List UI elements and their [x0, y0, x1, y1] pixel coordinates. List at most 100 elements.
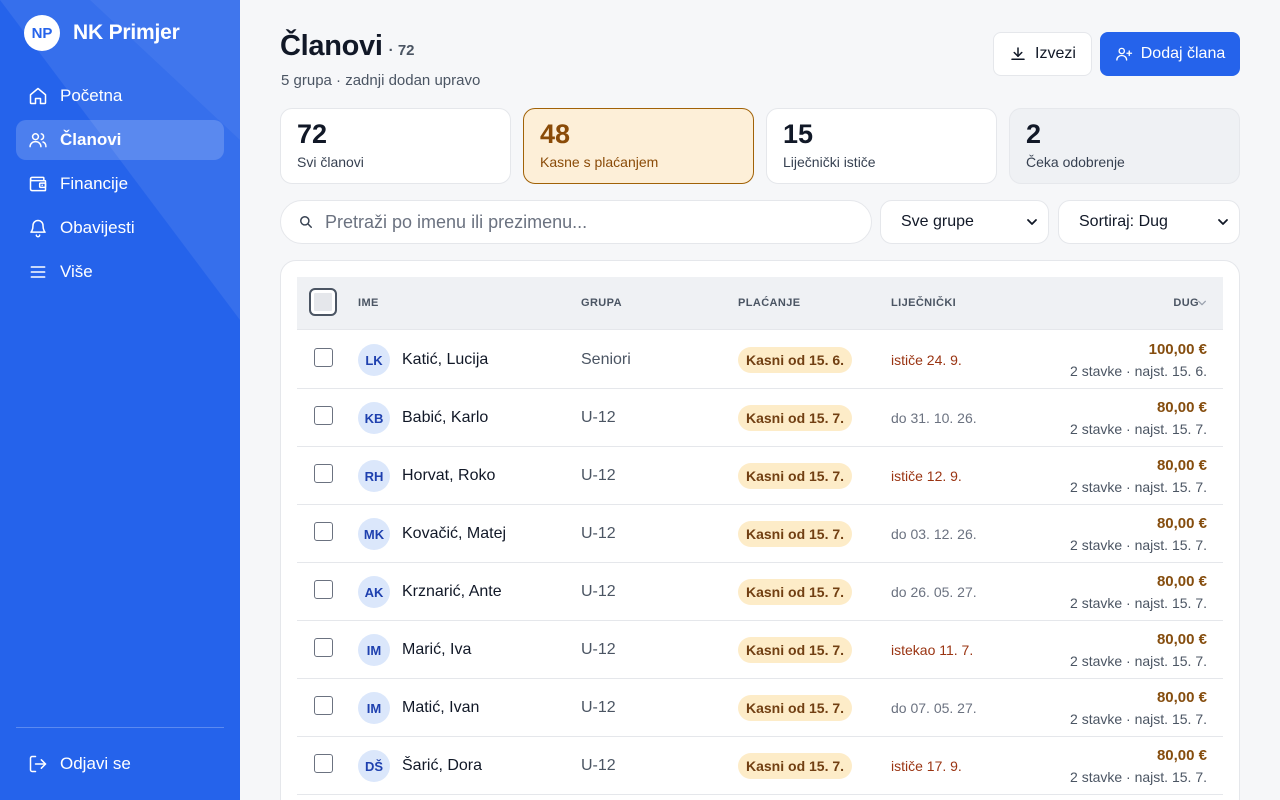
- members-table-card: IME GRUPA PLAĆANJE LIJEČNIČKI DUG LK Kat…: [280, 260, 1240, 800]
- payment-status-badge: Kasni od 15. 7.: [738, 695, 853, 721]
- member-group: U-12: [581, 699, 616, 716]
- sidebar-item-clanovi[interactable]: Članovi: [16, 120, 224, 160]
- stat-value: 48: [540, 119, 571, 149]
- table-header: IME GRUPA PLAĆANJE LIJEČNIČKI DUG: [297, 277, 1223, 330]
- search-box: [280, 200, 872, 244]
- column-header-ime[interactable]: IME: [358, 297, 379, 309]
- sort-chevron-icon: [1198, 300, 1206, 306]
- member-group: U-12: [581, 583, 616, 600]
- debt-amount: 80,00 €: [1156, 515, 1207, 532]
- column-header-grupa[interactable]: GRUPA: [581, 297, 622, 309]
- column-header-lijecnicki[interactable]: LIJEČNIČKI: [891, 297, 956, 309]
- member-name[interactable]: Kovačić, Matej: [402, 525, 506, 543]
- sidebar: NP NK Primjer Početna Članovi Financije …: [0, 0, 240, 800]
- column-header-dug[interactable]: DUG: [1149, 297, 1199, 309]
- sidebar-item-vise[interactable]: Više: [16, 252, 224, 292]
- medical-status: ističe 24. 9.: [891, 352, 962, 368]
- search-icon: [300, 216, 312, 228]
- export-button[interactable]: Izvezi: [993, 32, 1092, 76]
- medical-status: do 07. 05. 27.: [891, 700, 977, 716]
- member-count: · 72: [388, 42, 415, 59]
- medical-status: do 03. 12. 26.: [891, 526, 977, 542]
- debt-amount: 80,00 €: [1156, 457, 1207, 474]
- stat-label: Kasne s plaćanjem: [540, 154, 659, 170]
- row-checkbox[interactable]: [314, 464, 333, 483]
- sidebar-item-pocetna[interactable]: Početna: [16, 76, 224, 116]
- member-group: U-12: [581, 757, 616, 774]
- row-checkbox[interactable]: [314, 348, 333, 367]
- sort-select[interactable]: Sortiraj: Dug: [1058, 200, 1240, 244]
- brand[interactable]: NP NK Primjer: [24, 15, 180, 51]
- debt-details: 2 stavke · najst. 15. 7.: [1070, 421, 1207, 437]
- table-row[interactable]: RH Horvat, Roko U-12 Kasni od 15. 7. ist…: [297, 447, 1223, 505]
- member-group: U-12: [581, 409, 616, 426]
- stat-card-late-payment[interactable]: 48 Kasne s plaćanjem: [523, 108, 754, 184]
- table-row[interactable]: LK Katić, Lucija Seniori Kasni od 15. 6.…: [297, 331, 1223, 389]
- stat-value: 72: [297, 119, 328, 149]
- sidebar-divider: [16, 727, 224, 728]
- table-row[interactable]: KB Babić, Karlo U-12 Kasni od 15. 7. do …: [297, 389, 1223, 447]
- member-name[interactable]: Babić, Karlo: [402, 409, 488, 427]
- member-name[interactable]: Krznarić, Ante: [402, 583, 502, 601]
- member-group: U-12: [581, 467, 616, 484]
- payment-status-badge: Kasni od 15. 7.: [738, 463, 853, 489]
- stat-card-medical-expiring[interactable]: 15 Liječnički ističe: [766, 108, 997, 184]
- avatar: LK: [358, 344, 390, 376]
- row-checkbox[interactable]: [314, 522, 333, 541]
- table-row[interactable]: IM Matić, Ivan U-12 Kasni od 15. 7. do 0…: [297, 679, 1223, 737]
- users-icon: [29, 133, 47, 148]
- stat-card-pending-approval[interactable]: 2 Čeka odobrenje: [1009, 108, 1240, 184]
- chevron-down-icon: [1027, 219, 1037, 225]
- avatar: DŠ: [358, 750, 390, 782]
- medical-status: ističe 12. 9.: [891, 468, 962, 484]
- table-row[interactable]: MK Kovačić, Matej U-12 Kasni od 15. 7. d…: [297, 505, 1223, 563]
- sidebar-item-label: Financije: [60, 174, 129, 193]
- medical-status: ističe 17. 9.: [891, 758, 962, 774]
- group-select-value: Sve grupe: [901, 213, 974, 230]
- row-checkbox[interactable]: [314, 754, 333, 773]
- row-checkbox[interactable]: [314, 580, 333, 599]
- table-row[interactable]: IM Marić, Iva U-12 Kasni od 15. 7. istek…: [297, 621, 1223, 679]
- wallet-icon: [29, 176, 47, 192]
- home-icon: [29, 87, 47, 105]
- brand-name: NK Primjer: [73, 21, 180, 44]
- select-all-checkbox[interactable]: [309, 288, 337, 316]
- stat-value: 2: [1026, 119, 1042, 149]
- row-checkbox[interactable]: [314, 638, 333, 657]
- stat-label: Liječnički ističe: [783, 154, 876, 170]
- add-member-button[interactable]: Dodaj člana: [1100, 32, 1240, 76]
- logout-icon: [29, 755, 47, 773]
- page-subtitle: 5 grupa · zadnji dodan upravo: [281, 72, 481, 89]
- sidebar-item-label: Obavijesti: [60, 218, 135, 237]
- member-name[interactable]: Horvat, Roko: [402, 467, 495, 485]
- logout-label: Odjavi se: [60, 754, 131, 773]
- sidebar-item-financije[interactable]: Financije: [16, 164, 224, 204]
- stat-label: Svi članovi: [297, 154, 364, 170]
- debt-details: 2 stavke · najst. 15. 7.: [1070, 595, 1207, 611]
- logout-button[interactable]: Odjavi se: [16, 744, 224, 784]
- sidebar-item-obavijesti[interactable]: Obavijesti: [16, 208, 224, 248]
- stat-card-all[interactable]: 72 Svi članovi: [280, 108, 511, 184]
- member-name[interactable]: Šarić, Dora: [402, 757, 482, 775]
- member-name[interactable]: Matić, Ivan: [402, 699, 479, 717]
- debt-amount: 80,00 €: [1156, 689, 1207, 706]
- row-checkbox[interactable]: [314, 406, 333, 425]
- avatar: AK: [358, 576, 390, 608]
- table-row[interactable]: AK Krznarić, Ante U-12 Kasni od 15. 7. d…: [297, 563, 1223, 621]
- member-name[interactable]: Marić, Iva: [402, 641, 471, 659]
- debt-amount: 100,00 €: [1148, 341, 1207, 358]
- avatar: IM: [358, 634, 390, 666]
- logout-section: Odjavi se: [16, 744, 224, 788]
- row-checkbox[interactable]: [314, 696, 333, 715]
- member-group: U-12: [581, 641, 616, 658]
- sort-select-value: Sortiraj: Dug: [1079, 213, 1168, 230]
- column-header-placanje[interactable]: PLAĆANJE: [738, 297, 801, 309]
- table-row[interactable]: DŠ Šarić, Dora U-12 Kasni od 15. 7. isti…: [297, 737, 1223, 795]
- page-title-text: Članovi: [280, 30, 383, 62]
- sidebar-nav: Početna Članovi Financije Obavijesti Viš…: [16, 76, 224, 296]
- member-name[interactable]: Katić, Lucija: [402, 351, 488, 369]
- group-select[interactable]: Sve grupe: [880, 200, 1049, 244]
- search-input[interactable]: [325, 211, 845, 233]
- avatar: RH: [358, 460, 390, 492]
- member-group: U-12: [581, 525, 616, 542]
